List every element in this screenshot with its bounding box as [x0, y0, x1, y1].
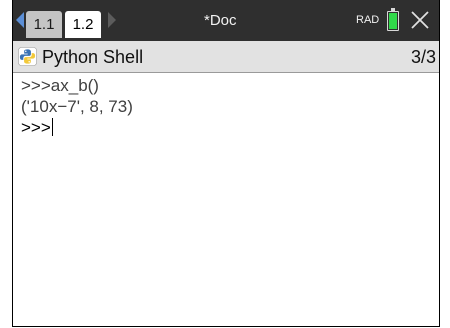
shell-input-prompt[interactable]: >>>: [21, 118, 439, 139]
app-title: Python Shell: [42, 47, 144, 67]
calculator-screen: 1.1 1.2 *Doc RAD Python Shell 3/3 >>>ax_…: [12, 0, 440, 327]
tab-page-1-2[interactable]: 1.2: [65, 11, 101, 38]
app-title-bar: Python Shell 3/3: [13, 41, 439, 73]
shell-line-command: >>>ax_b(): [21, 76, 99, 95]
shell-line-result: ('10x−7', 8, 73): [21, 97, 133, 116]
close-icon[interactable]: [409, 9, 431, 31]
angle-mode-indicator: RAD: [356, 14, 380, 26]
tab-page-1-1[interactable]: 1.1: [26, 11, 62, 38]
prompt-text: >>>: [21, 118, 51, 137]
document-tab-bar: 1.1 1.2 *Doc RAD: [13, 0, 439, 41]
text-cursor: [51, 118, 54, 136]
triangle-right-icon[interactable]: [108, 12, 116, 28]
battery-level-fill: [389, 13, 397, 29]
python-logo-icon: [18, 47, 37, 66]
battery-icon: [387, 8, 399, 31]
page-counter: 3/3: [410, 47, 436, 67]
triangle-left-icon[interactable]: [16, 12, 24, 28]
document-title: *Doc: [204, 12, 237, 29]
shell-output-area[interactable]: >>>ax_b() ('10x−7', 8, 73) >>>: [21, 76, 439, 326]
